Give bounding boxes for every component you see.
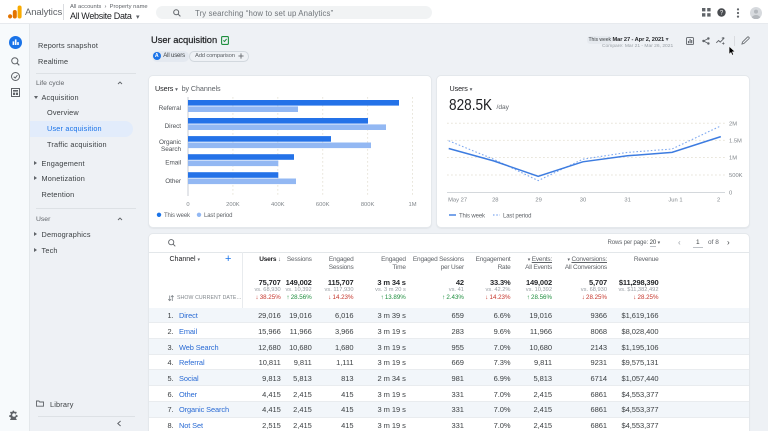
svg-text:Referral: Referral	[159, 104, 181, 111]
svg-text:600K: 600K	[316, 202, 330, 208]
svg-text:500K: 500K	[729, 173, 743, 179]
svg-text:Email: Email	[165, 159, 181, 166]
svg-text:30: 30	[580, 197, 586, 203]
svg-text:29: 29	[535, 197, 541, 203]
svg-text:Organic: Organic	[159, 138, 182, 145]
svg-text:400K: 400K	[271, 202, 285, 208]
svg-text:800K: 800K	[361, 202, 375, 208]
svg-text:Last period: Last period	[503, 213, 531, 219]
svg-text:May 27: May 27	[448, 197, 467, 203]
svg-text:Jun 1: Jun 1	[668, 197, 682, 203]
svg-text:2: 2	[717, 197, 720, 203]
svg-text:1M: 1M	[729, 155, 737, 161]
svg-text:2M: 2M	[729, 121, 737, 127]
svg-text:1.5M: 1.5M	[729, 138, 742, 144]
svg-text:Direct: Direct	[165, 123, 182, 130]
svg-text:Last period: Last period	[204, 213, 232, 219]
svg-text:1M: 1M	[408, 202, 416, 208]
svg-text:31: 31	[624, 197, 630, 203]
svg-text:0: 0	[729, 190, 732, 196]
svg-text:0: 0	[186, 202, 189, 208]
svg-text:Other: Other	[165, 177, 182, 184]
svg-text:28: 28	[492, 197, 498, 203]
svg-text:Search: Search	[161, 145, 181, 152]
svg-text:This week: This week	[459, 213, 486, 219]
svg-text:This week: This week	[164, 213, 191, 219]
svg-text:200K: 200K	[226, 202, 240, 208]
